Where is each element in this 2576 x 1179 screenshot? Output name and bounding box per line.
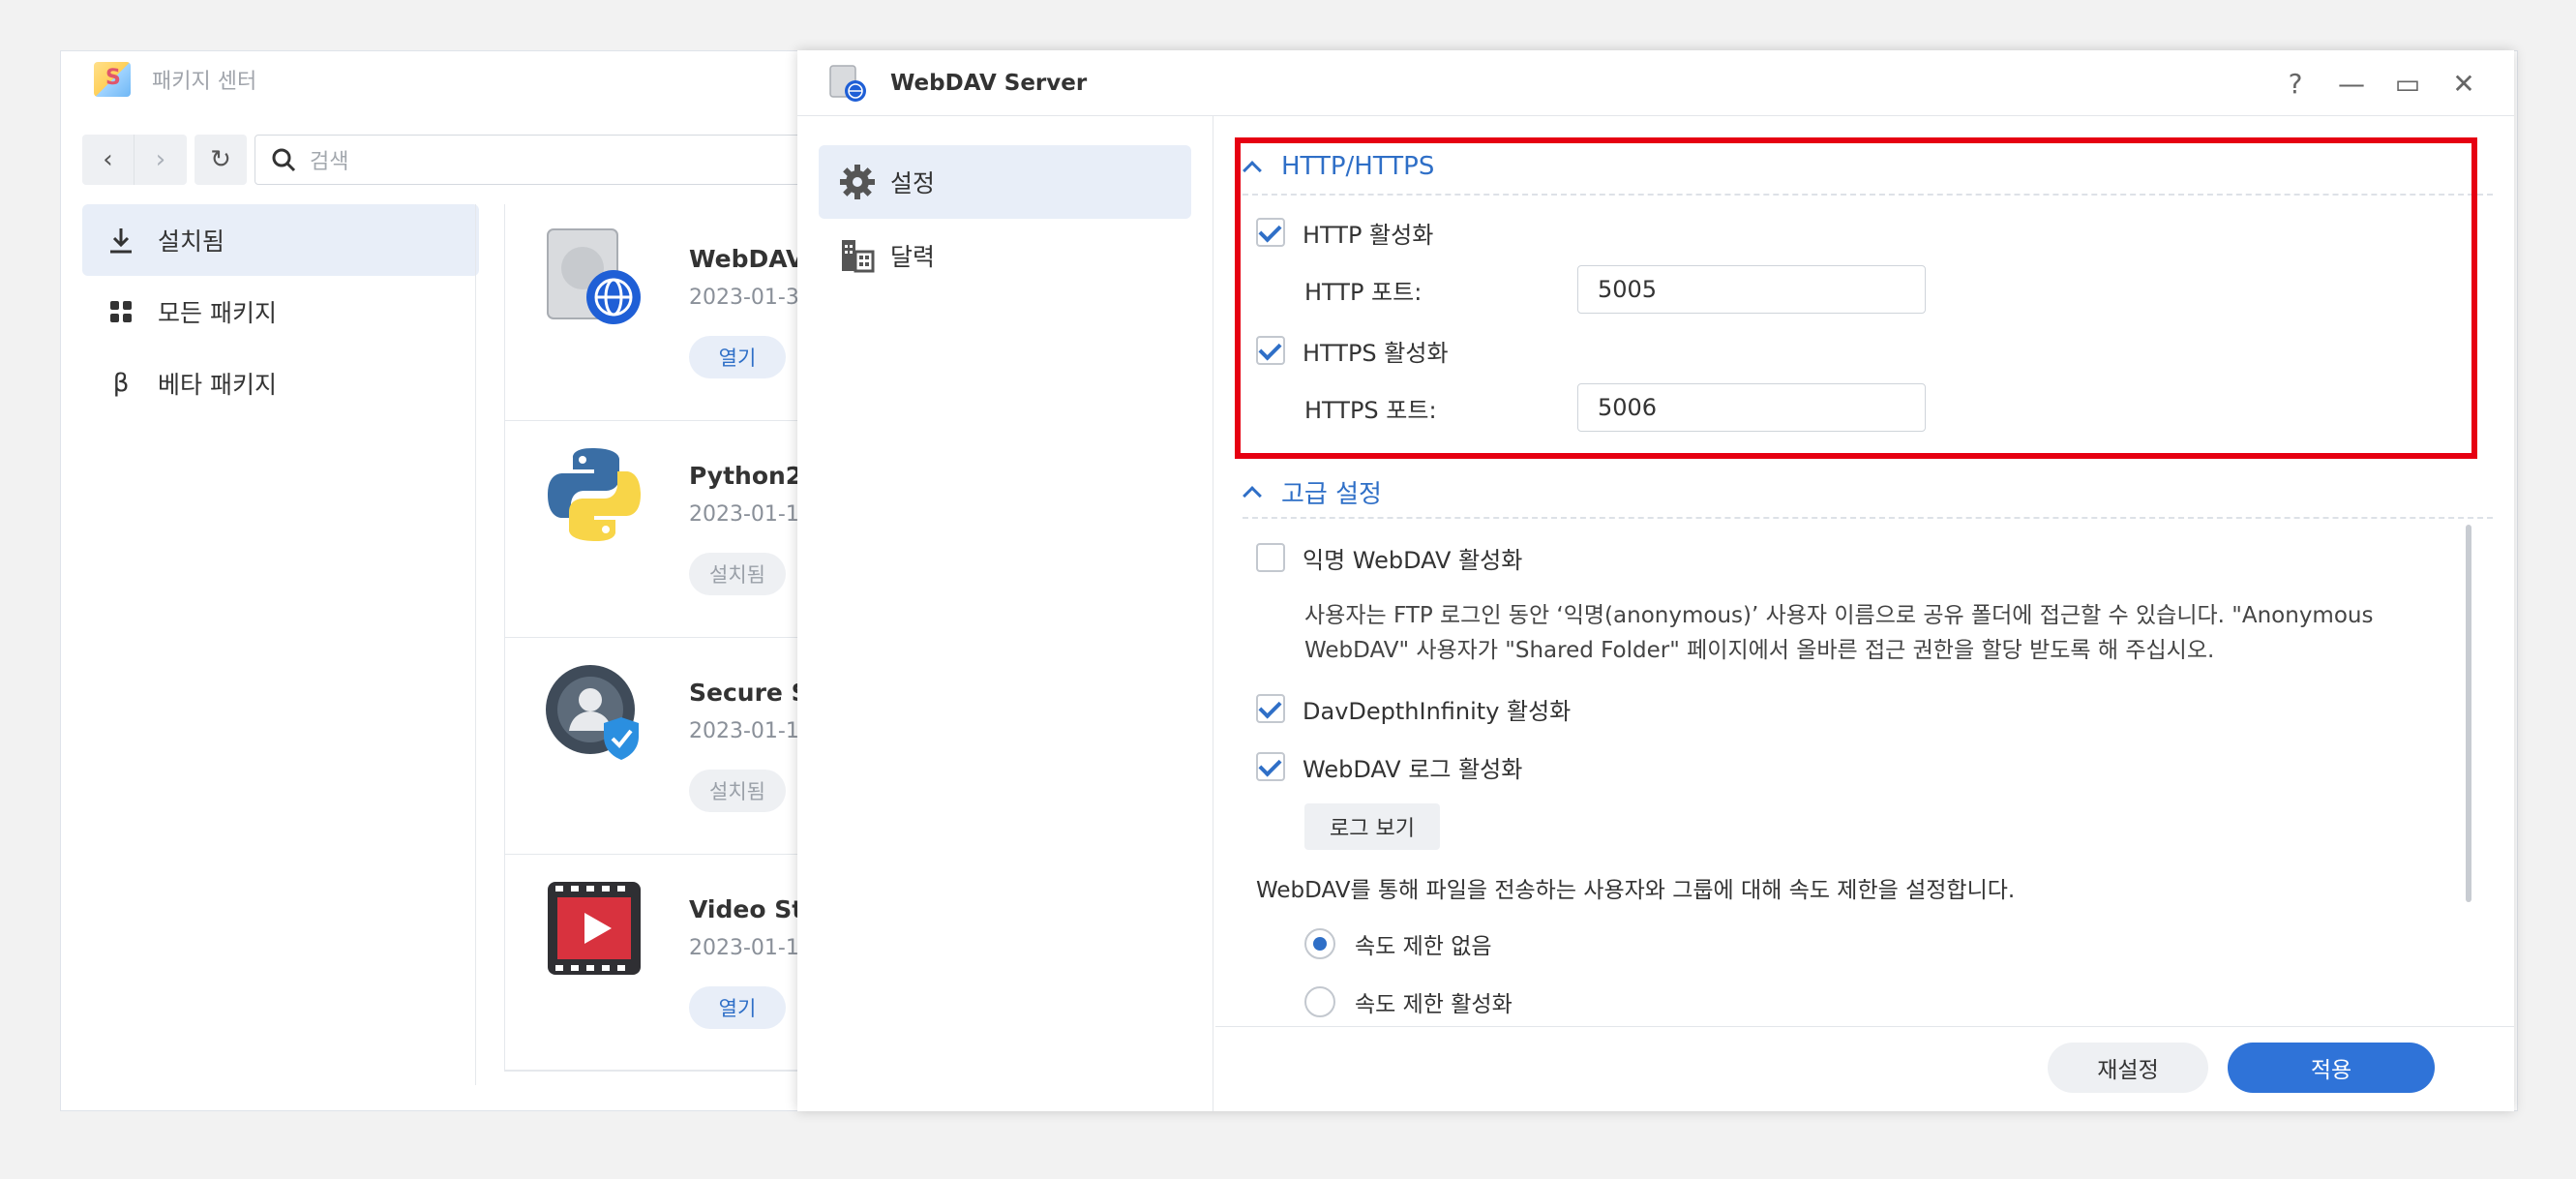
dialog-footer: 재설정 적용 [1215, 1026, 2514, 1111]
help-button[interactable]: ? [2282, 66, 2309, 101]
download-icon [110, 228, 132, 254]
checkbox-unchecked-icon [1256, 543, 1285, 572]
maximize-icon: ▭ [2394, 67, 2421, 100]
section-title: 고급 설정 [1281, 479, 1382, 509]
dialog-title: WebDAV Server [890, 70, 1088, 96]
checkbox-label: DavDepthInfinity 활성화 [1303, 697, 1572, 725]
radio-unselected-icon [1304, 986, 1335, 1017]
dialog-header: WebDAV Server ? — ▭ ✕ [797, 50, 2514, 116]
radio-label: 속도 제한 없음 [1355, 934, 1492, 959]
package-date: 2023-01-1 [689, 936, 799, 960]
python-icon [548, 448, 641, 541]
calendar-icon [842, 240, 875, 273]
minimize-icon: — [2338, 67, 2365, 100]
nav-item-settings[interactable]: 설정 [819, 145, 1191, 219]
installed-button[interactable]: 설치됨 [689, 553, 786, 595]
sidebar-item-all-packages[interactable]: 모든 패키지 [82, 276, 479, 348]
package-date: 2023-01-3 [689, 286, 799, 310]
dialog-nav: 설정 달력 [797, 116, 1213, 1111]
sidebar-item-label: 설치됨 [158, 227, 225, 256]
forward-button[interactable]: › [135, 135, 187, 185]
nav-item-label: 설정 [890, 169, 936, 197]
webdav-globe-icon [547, 228, 641, 324]
sidebar-item-label: 모든 패키지 [158, 299, 277, 327]
apply-button[interactable]: 적용 [2228, 1043, 2435, 1093]
package-center-logo-icon [94, 62, 131, 97]
package-title: Python2 [689, 462, 803, 490]
sidebar-divider [475, 204, 476, 1085]
view-log-button[interactable]: 로그 보기 [1304, 803, 1440, 850]
sidebar-item-label: 베타 패키지 [158, 371, 277, 399]
video-station-icon [548, 882, 641, 975]
package-date: 2023-01-1 [689, 502, 799, 527]
chevron-right-icon: › [155, 145, 166, 174]
gear-icon [840, 165, 875, 199]
minimize-button[interactable]: — [2338, 66, 2365, 101]
sidebar-item-beta-packages[interactable]: β 베타 패키지 [82, 348, 479, 419]
package-center-toolbar: ‹ › ↻ 검색 [82, 135, 854, 185]
anonymous-webdav-checkbox[interactable]: 익명 WebDAV 활성화 [1256, 540, 1522, 575]
section-header-advanced[interactable]: 고급 설정 [1243, 472, 1382, 511]
search-input[interactable]: 검색 [255, 135, 854, 185]
section-divider [1243, 517, 2493, 519]
speed-limit-description: WebDAV를 통해 파일을 전송하는 사용자와 그룹에 대해 속도 제한을 설… [1256, 878, 2016, 903]
radio-selected-icon [1304, 928, 1335, 959]
webdav-app-icon [829, 64, 866, 102]
installed-button[interactable]: 설치됨 [689, 770, 786, 812]
secure-signin-icon [546, 665, 639, 760]
close-button[interactable]: ✕ [2450, 66, 2477, 101]
radio-enable-speed-limit[interactable]: 속도 제한 활성화 [1304, 985, 1513, 1018]
checkbox-checked-icon [1256, 694, 1285, 723]
dav-depth-infinity-checkbox[interactable]: DavDepthInfinity 활성화 [1256, 691, 1571, 726]
webdav-server-dialog: WebDAV Server ? — ▭ ✕ 설정 달력 HTTP/HTTPS H… [797, 50, 2514, 1111]
beta-icon: β [112, 369, 130, 398]
package-date: 2023-01-1 [689, 719, 799, 743]
package-center-title: 패키지 센터 [152, 70, 257, 94]
radio-no-speed-limit[interactable]: 속도 제한 없음 [1304, 927, 1492, 960]
chevron-up-icon [1243, 482, 1262, 501]
refresh-icon: ↻ [210, 145, 231, 174]
search-placeholder: 검색 [310, 150, 349, 174]
grid-icon [110, 301, 132, 322]
open-button[interactable]: 열기 [689, 986, 786, 1029]
nav-item-calendar[interactable]: 달력 [819, 219, 1191, 292]
back-button[interactable]: ‹ [82, 135, 135, 185]
radio-label: 속도 제한 활성화 [1355, 992, 1513, 1017]
checkbox-label: WebDAV 로그 활성화 [1303, 755, 1523, 783]
checkbox-checked-icon [1256, 752, 1285, 781]
help-icon: ? [2288, 67, 2303, 100]
reset-button[interactable]: 재설정 [2048, 1043, 2208, 1093]
search-icon [272, 148, 296, 172]
window-controls: ? — ▭ ✕ [2282, 66, 2477, 101]
sidebar-item-installed[interactable]: 설치됨 [82, 204, 479, 276]
refresh-button[interactable]: ↻ [195, 135, 247, 185]
dialog-scrollbar[interactable] [2466, 525, 2471, 902]
close-icon: ✕ [2452, 67, 2475, 100]
package-center-sidebar: 설치됨 모든 패키지 β 베타 패키지 [82, 204, 479, 419]
highlight-box [1235, 137, 2477, 459]
maximize-button[interactable]: ▭ [2394, 66, 2421, 101]
chevron-left-icon: ‹ [103, 145, 113, 174]
package-title: WebDAV [689, 245, 805, 273]
webdav-log-checkbox[interactable]: WebDAV 로그 활성화 [1256, 749, 1522, 784]
open-button[interactable]: 열기 [689, 336, 786, 378]
nav-item-label: 달력 [890, 243, 936, 271]
anonymous-description: 사용자는 FTP 로그인 동안 ‘익명(anonymous)’ 사용자 이름으로… [1304, 603, 2374, 663]
checkbox-label: 익명 WebDAV 활성화 [1303, 546, 1523, 574]
